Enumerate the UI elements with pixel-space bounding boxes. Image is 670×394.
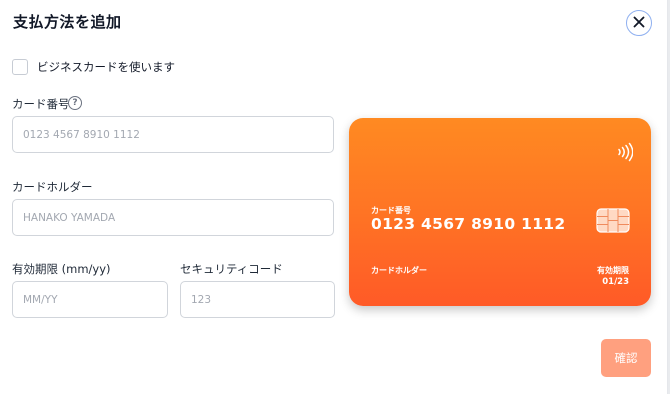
card-preview-holder-label: カードホルダー — [371, 266, 427, 275]
help-icon[interactable]: ? — [68, 96, 82, 110]
chip-icon — [596, 208, 630, 237]
card-number-label: カード番号 — [12, 97, 70, 111]
close-icon — [633, 16, 645, 31]
expiry-input[interactable] — [12, 281, 168, 318]
expiry-label: 有効期限 (mm/yy) — [12, 262, 111, 276]
close-button[interactable] — [626, 10, 652, 36]
business-card-label: ビジネスカードを使います — [37, 60, 175, 74]
confirm-button[interactable]: 確認 — [601, 339, 651, 377]
card-holder-label: カードホルダー — [12, 180, 93, 194]
card-number-input[interactable] — [12, 116, 334, 153]
add-payment-dialog: 支払方法を追加 ビジネスカードを使います カード番号 ? カードホルダー 有効期… — [0, 0, 668, 394]
security-code-input[interactable] — [180, 281, 335, 318]
security-code-label: セキュリティコード — [180, 262, 283, 276]
card-preview-expiry-label: 有効期限 — [597, 266, 629, 275]
card-holder-input[interactable] — [12, 199, 334, 236]
card-preview-expiry: 01/23 — [602, 277, 629, 287]
dialog-title: 支払方法を追加 — [13, 13, 122, 31]
contactless-icon — [617, 142, 634, 166]
card-preview: カード番号 0123 4567 8910 1112 カードホルダー 有効期限 0… — [349, 118, 651, 306]
card-preview-number: 0123 4567 8910 1112 — [371, 215, 566, 233]
business-card-checkbox[interactable] — [12, 59, 28, 75]
business-card-option[interactable]: ビジネスカードを使います — [12, 59, 175, 75]
